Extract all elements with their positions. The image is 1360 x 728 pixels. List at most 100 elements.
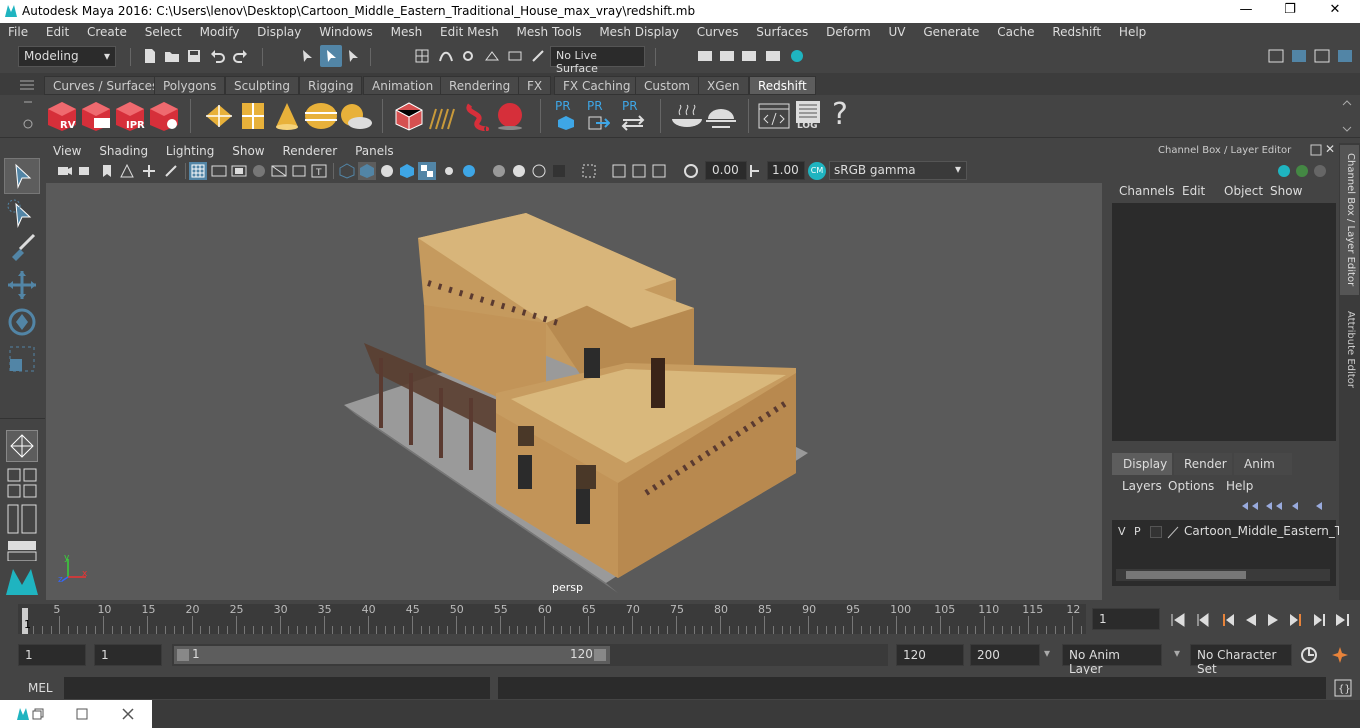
menu-windows[interactable]: Windows	[319, 23, 373, 39]
log-button[interactable]: LOG	[794, 100, 824, 132]
undo-icon[interactable]	[210, 48, 226, 64]
menu-edit[interactable]: Edit	[46, 23, 69, 39]
show-tool-settings-icon[interactable]	[1314, 48, 1330, 64]
mel-label[interactable]: MEL	[28, 681, 53, 695]
redo-icon[interactable]	[232, 48, 248, 64]
tab-sculpting[interactable]: Sculpting	[225, 76, 300, 95]
image-plane-icon[interactable]	[119, 163, 135, 179]
code-window-icon[interactable]	[758, 101, 790, 131]
layer-action-icons[interactable]	[1240, 499, 1330, 513]
snap-view-icon[interactable]	[484, 48, 500, 64]
wireframe-on-shaded-icon[interactable]	[379, 163, 395, 179]
hair-strands-icon[interactable]	[426, 101, 458, 131]
area-light-icon[interactable]	[240, 101, 266, 131]
layer-playback-toggle[interactable]: P	[1134, 525, 1141, 538]
show-attribute-editor-icon[interactable]	[1337, 48, 1353, 64]
shelf-settings-icon[interactable]	[22, 98, 34, 134]
field-chart-icon[interactable]	[271, 163, 287, 179]
mode-selector[interactable]: Modeling ▾	[18, 46, 116, 67]
shelf-menu-icon[interactable]	[20, 80, 34, 90]
shelf-scroll-icon[interactable]	[1342, 99, 1352, 133]
gamma-field[interactable]: 1.00	[767, 161, 805, 180]
menu-cache[interactable]: Cache	[997, 23, 1034, 39]
make-live-icon[interactable]	[530, 48, 546, 64]
animation-start-field[interactable]: 1	[18, 644, 86, 666]
new-scene-icon[interactable]	[142, 48, 158, 64]
textured-icon[interactable]	[399, 163, 415, 179]
red-sphere-icon[interactable]	[494, 101, 526, 131]
character-set-selector[interactable]: No Character Set	[1190, 644, 1292, 676]
menu-mesh-tools[interactable]: Mesh Tools	[517, 23, 582, 39]
four-pane-layout-icon[interactable]	[6, 467, 38, 499]
outliner-layout-icon[interactable]	[6, 503, 38, 535]
menu-create[interactable]: Create	[87, 23, 127, 39]
menu-uv[interactable]: UV	[889, 23, 906, 39]
render-view-icon[interactable]	[697, 48, 713, 64]
menu-curves[interactable]: Curves	[697, 23, 739, 39]
xray-icon[interactable]	[611, 163, 627, 179]
menu-modify[interactable]: Modify	[200, 23, 240, 39]
side-tab-attribute-editor[interactable]: Attribute Editor	[1340, 301, 1359, 401]
depth-of-field-icon[interactable]	[551, 163, 567, 179]
channel-box-mode-icons[interactable]	[1276, 161, 1328, 181]
volume-cloud-icon[interactable]	[462, 101, 494, 131]
exposure-field[interactable]: 0.00	[705, 161, 747, 180]
layer-visibility-toggle[interactable]: V	[1118, 525, 1126, 538]
isolate-select-icon[interactable]	[581, 163, 597, 179]
show-channel-box-icon[interactable]	[1291, 48, 1307, 64]
maximize-button[interactable]: ❐	[1270, 2, 1310, 17]
layer-menu-layers[interactable]: Layers	[1122, 479, 1162, 493]
bookmark-icon[interactable]	[99, 163, 115, 179]
range-slider[interactable]: 1 120	[172, 644, 888, 666]
playback-end-field[interactable]: 120	[896, 644, 964, 666]
viewport-persp[interactable]: y x z persp	[46, 183, 1102, 600]
film-gate-icon[interactable]	[211, 163, 227, 179]
minimize-button[interactable]: —	[1226, 2, 1266, 17]
close-window-icon[interactable]	[122, 708, 134, 720]
save-scene-icon[interactable]	[186, 48, 202, 64]
open-scene-icon[interactable]	[164, 48, 180, 64]
menu-display[interactable]: Display	[257, 23, 301, 39]
tab-custom[interactable]: Custom	[635, 76, 699, 95]
layer-menu-help[interactable]: Help	[1226, 479, 1253, 493]
animation-end-field[interactable]: 200	[970, 644, 1040, 666]
shadows-icon[interactable]	[461, 163, 477, 179]
menu-surfaces[interactable]: Surfaces	[756, 23, 808, 39]
hypershade-icon[interactable]	[789, 48, 805, 64]
layer-tab-display[interactable]: Display	[1112, 453, 1172, 475]
playback-start-field[interactable]: 1	[94, 644, 162, 666]
menu-mesh-display[interactable]: Mesh Display	[599, 23, 679, 39]
color-management-toggle[interactable]: CM	[808, 162, 826, 180]
safe-action-icon[interactable]	[291, 163, 307, 179]
redshift-settings-button[interactable]	[148, 100, 180, 132]
workspace-icon[interactable]	[1268, 48, 1284, 64]
layer-type-toggle[interactable]	[1150, 526, 1162, 538]
lasso-select-icon[interactable]	[6, 196, 38, 228]
animation-preferences-icon[interactable]	[1330, 645, 1350, 665]
maximize-window-icon[interactable]	[76, 708, 88, 720]
menu-file[interactable]: File	[8, 23, 28, 39]
color-space-selector[interactable]: sRGB gamma ▾	[829, 161, 967, 180]
safe-title-icon[interactable]: T	[311, 163, 327, 179]
redshift-ipr-button[interactable]: IPR	[114, 100, 146, 132]
tab-xgen[interactable]: XGen	[698, 76, 749, 95]
vp-menu-lighting[interactable]: Lighting	[166, 144, 215, 158]
range-slider-handle[interactable]	[174, 646, 610, 664]
current-frame-field[interactable]: 1	[1092, 608, 1160, 630]
layer-row[interactable]: V P Cartoon_Middle_Eastern_Tra	[1116, 524, 1353, 542]
multisample-aa-icon[interactable]	[531, 163, 547, 179]
layer-tab-anim[interactable]: Anim	[1234, 453, 1292, 475]
layer-scrollbar[interactable]	[1116, 569, 1330, 581]
tab-polygons[interactable]: Polygons	[154, 76, 226, 95]
side-tab-channel-box[interactable]: Channel Box / Layer Editor	[1340, 145, 1359, 295]
resolution-gate-icon[interactable]	[231, 163, 247, 179]
layer-color-icon[interactable]	[1166, 525, 1180, 539]
cb-menu-show[interactable]: Show	[1270, 184, 1302, 198]
menu-deform[interactable]: Deform	[826, 23, 871, 39]
range-end-grip[interactable]	[594, 649, 606, 661]
tab-fx[interactable]: FX	[518, 76, 552, 95]
snap-curve-icon[interactable]	[438, 48, 454, 64]
menu-select[interactable]: Select	[145, 23, 182, 39]
menu-mesh[interactable]: Mesh	[391, 23, 423, 39]
render-settings-icon[interactable]	[765, 48, 781, 64]
